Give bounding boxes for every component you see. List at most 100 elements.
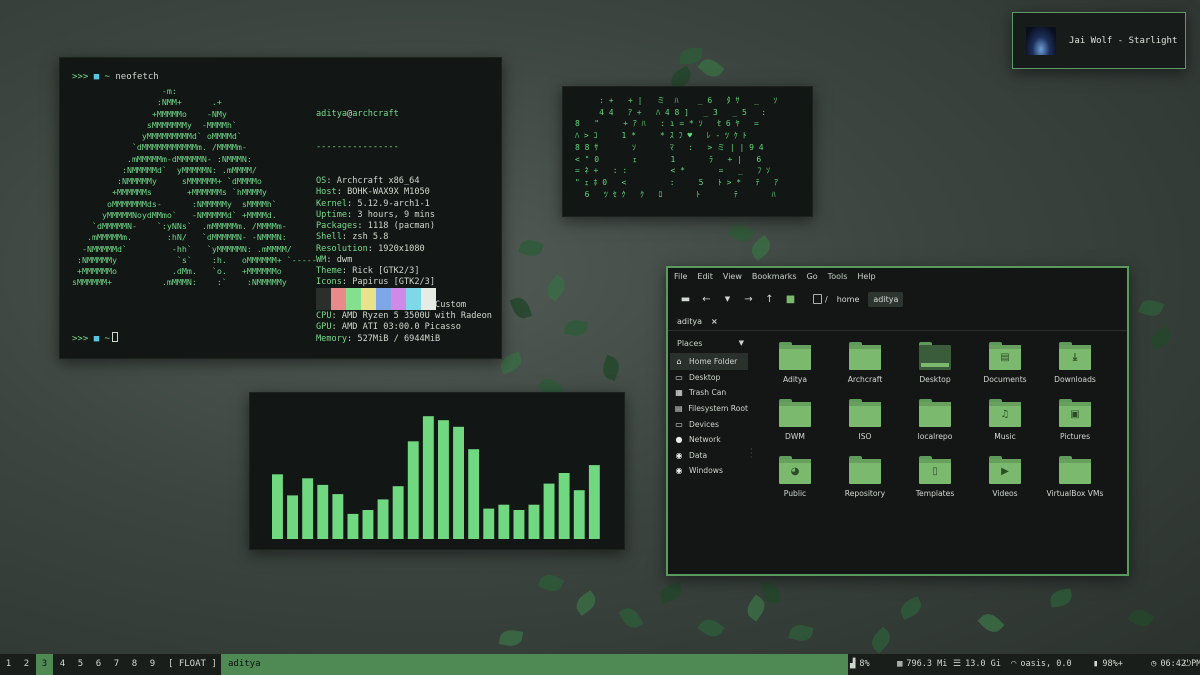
audio-bar — [362, 510, 374, 539]
file-manager-window[interactable]: File Edit View Bookmarks Go Tools Help ▬ ← ▼ →… — [666, 266, 1129, 576]
folder-item[interactable]: Repository — [830, 456, 900, 498]
sidebar-item-devices[interactable]: ▭ Devices — [670, 416, 748, 432]
pane-resize-handle[interactable]: · · · — [750, 446, 753, 462]
folder-item[interactable]: ♫ Music — [970, 399, 1040, 441]
menu-edit[interactable]: Edit — [697, 272, 713, 286]
audio-bar — [573, 490, 585, 539]
trash-icon: ▦ — [675, 388, 683, 398]
folder-item[interactable]: Aditya — [760, 342, 830, 384]
places-header[interactable]: Places ▼ — [670, 336, 748, 354]
chevron-down-icon[interactable]: ▼ — [739, 339, 744, 347]
palette-swatch — [421, 288, 436, 310]
layout-indicator[interactable]: [ FLOAT ] — [168, 654, 217, 675]
info-separator: ---------------- — [316, 142, 399, 153]
folder-item[interactable]: Desktop — [900, 342, 970, 384]
color-palette — [316, 288, 436, 310]
status-battery[interactable]: ▮ 98%+ — [1093, 654, 1123, 675]
menu-file[interactable]: File — [674, 272, 687, 286]
disk-icon: ◉ — [675, 466, 683, 476]
forward-button[interactable]: → — [738, 294, 759, 305]
folder-item[interactable]: Archcraft — [830, 342, 900, 384]
audio-bar — [332, 494, 344, 539]
prompt-symbol: >>> — [72, 72, 89, 82]
status-text: 796.3 Mi — [906, 659, 948, 669]
sidebar-item-filesystem-root[interactable]: ▤ Filesystem Root — [670, 401, 748, 417]
info-key: Memory — [316, 333, 348, 344]
status-wifi[interactable]: ◠ oasis, 0.0 — [1011, 654, 1072, 675]
workspace-7[interactable]: 7 — [108, 654, 125, 675]
terminal-prompt-current[interactable]: >>> ■ ~ — [72, 332, 118, 345]
menu-help[interactable]: Help — [857, 272, 875, 286]
sidebar-item-network[interactable]: ● Network — [670, 432, 748, 448]
menu-tools[interactable]: Tools — [828, 272, 848, 286]
matrix-line: ﾊ > ｺ 1 * * ｽ ﾌ ♥ ﾚ - ﾂ ｹ ﾄ — [575, 131, 747, 141]
sidebar-item-windows[interactable]: ◉ Windows — [670, 463, 748, 479]
folder-icon — [779, 342, 811, 370]
breadcrumb-home[interactable]: home — [832, 292, 865, 307]
menu-view[interactable]: View — [723, 272, 742, 286]
drive-icon[interactable] — [813, 294, 822, 304]
history-dropdown-icon[interactable]: ▼ — [717, 295, 738, 303]
audio-bar — [287, 495, 298, 539]
info-row: Theme: Rick [GTK2/3] — [316, 266, 492, 277]
workspace-9[interactable]: 9 — [144, 654, 161, 675]
folder-item[interactable]: ◕ Public — [760, 456, 830, 498]
power-icon: ⏻ — [1184, 659, 1192, 669]
workspace-5[interactable]: 5 — [72, 654, 89, 675]
audio-bar — [377, 499, 389, 539]
folder-icon — [919, 399, 951, 427]
back-button[interactable]: ← — [696, 294, 717, 305]
info-value: 1118 (pacman) — [367, 221, 436, 231]
status-memory[interactable]: ▦ 796.3 Mi — [897, 654, 947, 675]
close-icon[interactable]: × — [711, 317, 718, 326]
folder-item[interactable]: ⤓ Downloads — [1040, 342, 1110, 384]
path-root[interactable]: / — [825, 295, 828, 304]
status-disk[interactable]: ☰ 13.0 Gi — [953, 654, 1001, 675]
workspace-2[interactable]: 2 — [18, 654, 35, 675]
folder-item[interactable]: ▯ Templates — [900, 456, 970, 498]
workspace-1[interactable]: 1 — [0, 654, 17, 675]
info-row: Shell: zsh 5.8 — [316, 232, 492, 243]
status-text: 8% — [859, 659, 870, 669]
folder-label: Pictures — [1059, 432, 1091, 441]
workspace-6[interactable]: 6 — [90, 654, 107, 675]
up-button[interactable]: ↑ — [759, 294, 780, 305]
info-value: 527MiB / 6944MiB — [357, 333, 441, 344]
now-playing-notification[interactable]: Jai Wolf - Starlight — [1012, 12, 1186, 69]
folder-item[interactable]: ▶ Videos — [970, 456, 1040, 498]
computer-icon[interactable]: ▬ — [675, 294, 696, 305]
status-cpu-chart[interactable]: ▟ 8% — [850, 654, 870, 675]
logo-line: :NMMMMMd` yMMMMMN: .mMMMM/ — [72, 164, 257, 175]
folder-item[interactable]: ▤ Documents — [970, 342, 1040, 384]
sidebar-item-trash-can[interactable]: ▦ Trash Can — [670, 385, 748, 401]
folder-label: Templates — [915, 489, 955, 498]
folder-label: Downloads — [1054, 375, 1096, 384]
menu-bookmarks[interactable]: Bookmarks — [752, 272, 797, 286]
folder-item[interactable]: ▣ Pictures — [1040, 399, 1110, 441]
folder-item[interactable]: localrepo — [900, 399, 970, 441]
terminal-window[interactable]: >>> ■ ~ neofetch -m: :NMM+ .+ +MMMMMo -N… — [59, 57, 502, 359]
audio-visualizer-window[interactable] — [249, 392, 625, 550]
wifi-icon: ◠ — [1011, 659, 1017, 669]
sidebar-item-home-folder[interactable]: ⌂ Home Folder — [670, 354, 748, 370]
menu-go[interactable]: Go — [807, 272, 818, 286]
tab-aditya[interactable]: aditya × — [671, 314, 724, 331]
folder-item[interactable]: VirtualBox VMs — [1040, 456, 1110, 498]
folder-item[interactable]: ISO — [830, 399, 900, 441]
sidebar-item-data[interactable]: ◉ Data — [670, 448, 748, 464]
home-folder-icon[interactable]: ■ — [780, 294, 801, 305]
sidebar-item-label: Windows — [689, 466, 723, 476]
info-key: WM — [316, 254, 327, 265]
folder-label: Documents — [983, 375, 1027, 384]
workspace-3[interactable]: 3 — [36, 654, 53, 675]
folder-item[interactable]: DWM — [760, 399, 830, 441]
desktop-folder-icon — [919, 342, 951, 370]
matrix-window[interactable]: : + + | ミ ﾊ _ 6 ﾀ ｻ _ ｿ 4 4 ｱ + ﾊ 4 8 ] … — [562, 86, 813, 217]
globe-icon: ● — [675, 435, 683, 445]
workspace-4[interactable]: 4 — [54, 654, 71, 675]
sidebar-item-desktop[interactable]: ▭ Desktop — [670, 370, 748, 386]
matrix-line: : + + | ミ ﾊ _ 6 ﾀ ｻ _ ｿ — [575, 96, 778, 105]
status-power[interactable]: ⏻ — [1184, 654, 1195, 675]
workspace-8[interactable]: 8 — [126, 654, 143, 675]
breadcrumb-aditya[interactable]: aditya — [868, 291, 904, 307]
